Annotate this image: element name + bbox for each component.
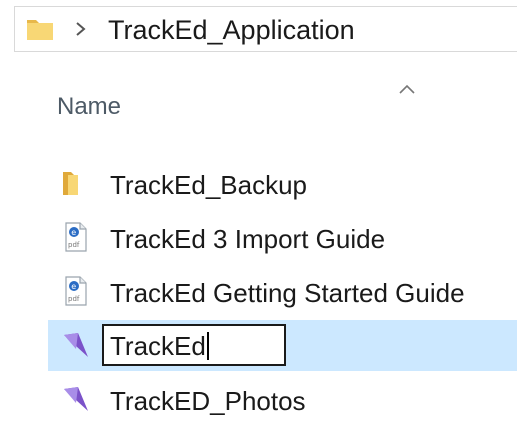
text-cursor (206, 332, 209, 360)
list-item-tracked-photos[interactable]: TrackED_Photos (48, 374, 517, 425)
file-name: TrackEd_Backup (110, 170, 308, 200)
svg-text:e: e (71, 282, 76, 291)
address-path[interactable]: TrackEd_Application (108, 15, 355, 45)
file-name: TrackEd 3 Import Guide (110, 224, 386, 254)
file-name: TrackED_Photos (110, 386, 306, 416)
list-item-trackEd-backup[interactable]: TrackEd_Backup (48, 158, 517, 209)
pdf-file-icon: e pdf (60, 221, 92, 253)
svg-text:e: e (71, 228, 76, 237)
app-shortcut-icon (60, 383, 92, 415)
list-item-getting-started-guide[interactable]: e pdf TrackEd Getting Started Guide (48, 266, 517, 317)
rename-input[interactable]: TrackEd (102, 324, 286, 366)
svg-text:pdf: pdf (68, 295, 80, 303)
rename-input-value: TrackEd (110, 331, 206, 361)
name-column-header[interactable]: Name (57, 93, 121, 121)
svg-text:pdf: pdf (68, 241, 80, 249)
app-shortcut-icon (60, 329, 92, 361)
list-item-import-guide[interactable]: e pdf TrackEd 3 Import Guide (48, 212, 517, 263)
pdf-file-icon: e pdf (60, 275, 92, 307)
list-item-tracked[interactable]: TrackEd (48, 320, 517, 371)
file-name: TrackEd Getting Started Guide (110, 278, 465, 308)
chevron-right-icon[interactable] (73, 17, 89, 46)
folder-icon (26, 16, 54, 49)
folder-icon (60, 167, 92, 199)
address-bar[interactable]: TrackEd_Application (14, 6, 517, 52)
chevron-up-icon (397, 82, 417, 100)
